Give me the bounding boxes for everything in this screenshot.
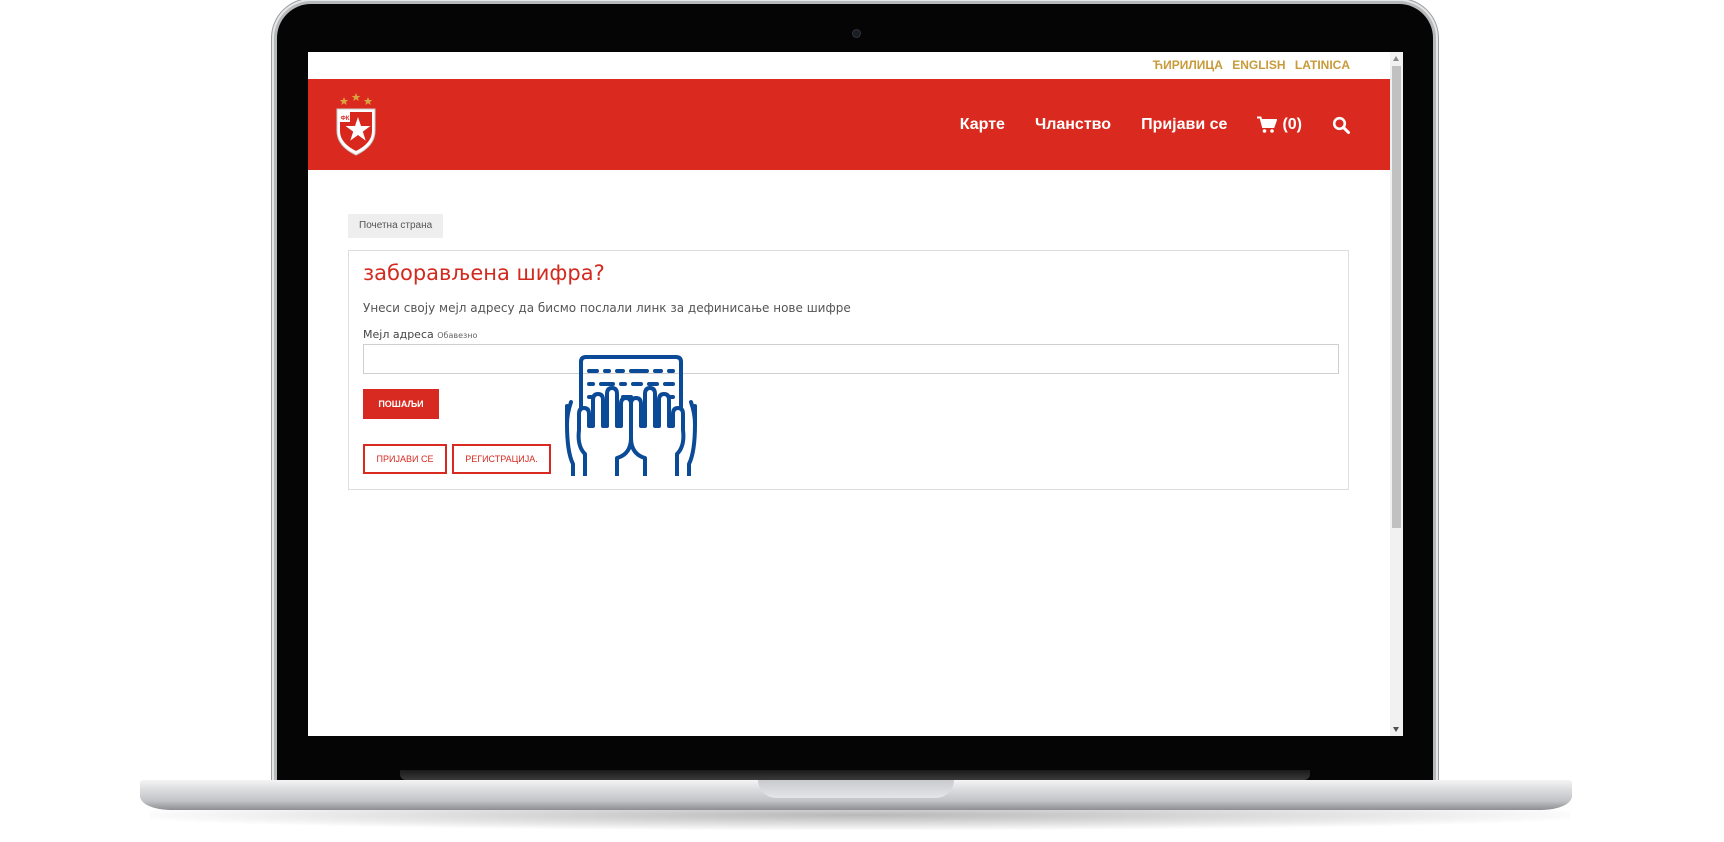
email-label-text: Мејл адреса	[363, 328, 434, 341]
login-button[interactable]: ПРИЈАВИ СЕ	[363, 444, 447, 474]
cart-link[interactable]: (0)	[1257, 116, 1302, 134]
shopping-cart-icon	[1257, 116, 1278, 133]
keyboard-typing-hands-icon	[565, 355, 697, 476]
nav-item-tickets[interactable]: Карте	[960, 116, 1005, 134]
browser-viewport: ЋИРИЛИЦА ENGLISH LATINICA ФК Карте Чланс…	[308, 52, 1403, 736]
laptop-base-notch	[758, 780, 954, 798]
nav-item-login[interactable]: Пријави се	[1141, 116, 1227, 134]
cart-count: (0)	[1282, 115, 1302, 133]
email-input[interactable]	[363, 344, 1339, 374]
page-title: заборављена шифра?	[363, 261, 605, 285]
svg-text:ФК: ФК	[341, 116, 350, 122]
webcam	[853, 30, 860, 37]
required-hint: Обавезно	[437, 331, 478, 340]
lang-latin-link[interactable]: LATINICA	[1295, 52, 1350, 79]
breadcrumb-home[interactable]: Почетна страна	[348, 214, 444, 238]
scroll-up-arrow-icon[interactable]	[1393, 56, 1399, 61]
scroll-down-arrow-icon[interactable]	[1393, 727, 1399, 732]
register-button[interactable]: РЕГИСТРАЦИЈА.	[452, 444, 551, 474]
send-button[interactable]: ПОШАЉИ	[363, 389, 439, 419]
scroll-thumb[interactable]	[1392, 66, 1401, 528]
site-header: ФК Карте Чланство Пријави се (0)	[308, 79, 1390, 170]
form-description: Унеси своју мејл адресу да бисмо послали…	[363, 301, 851, 315]
forgot-password-card: заборављена шифра? Унеси своју мејл адре…	[348, 250, 1349, 490]
vertical-scrollbar[interactable]	[1390, 52, 1403, 736]
lang-english-link[interactable]: ENGLISH	[1232, 52, 1285, 79]
club-logo[interactable]: ФК	[334, 91, 378, 157]
nav-item-membership[interactable]: Чланство	[1035, 116, 1111, 134]
email-label: Мејл адреса Обавезно	[363, 328, 477, 341]
search-icon	[1332, 116, 1350, 134]
lang-cyrillic-link[interactable]: ЋИРИЛИЦА	[1153, 52, 1223, 79]
main-nav: Карте Чланство Пријави се (0)	[930, 79, 1350, 170]
language-bar: ЋИРИЛИЦА ENGLISH LATINICA	[308, 52, 1390, 79]
search-button[interactable]	[1332, 116, 1350, 134]
laptop-hinge	[400, 770, 1310, 780]
